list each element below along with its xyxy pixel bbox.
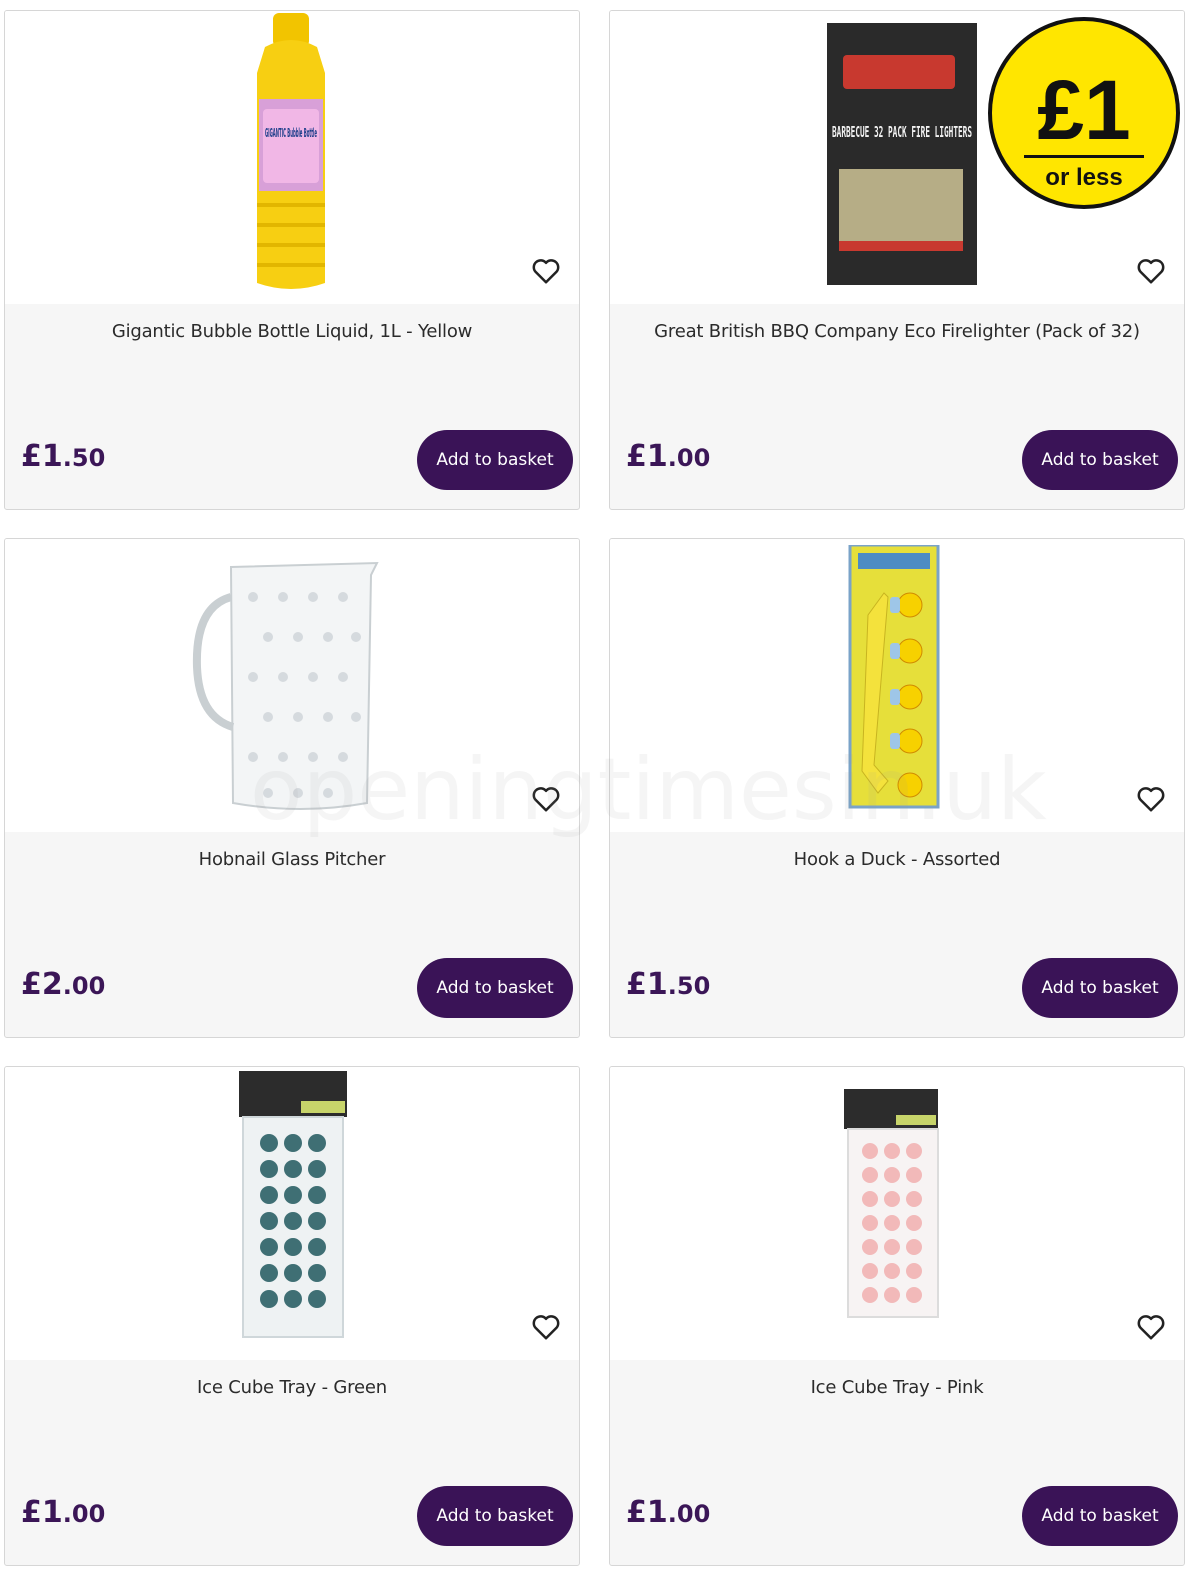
product-title[interactable]: Ice Cube Tray - Green [5,1377,579,1398]
price-pounds: £1 [21,439,63,474]
price-pounds: £2 [21,967,63,1002]
hook-a-duck-image [848,545,940,809]
price-pence: .00 [62,972,106,1000]
product-image-area[interactable] [5,1067,579,1360]
bubble-bottle-image: GIGANTIC Bubble Bottle [257,13,325,289]
firelighters-image: BARBECUE 32 PACK FIRE LIGHTERS [827,23,977,285]
heart-icon[interactable] [1136,1313,1166,1341]
add-to-basket-button[interactable]: Add to basket [1022,430,1178,490]
product-image-area[interactable]: GIGANTIC Bubble Bottle [5,11,579,304]
green-ice-tray-image [239,1071,347,1338]
add-to-basket-button[interactable]: Add to basket [1022,958,1178,1018]
price-pounds: £1 [626,1495,668,1530]
price-badge-icon: £1 or less [988,17,1180,209]
product-title[interactable]: Great British BBQ Company Eco Firelighte… [610,321,1184,342]
price-pence: .00 [667,1500,711,1528]
product-grid: GIGANTIC Bubble Bottle Gigantic Bubble B… [0,0,1200,1581]
product-image-area[interactable]: BARBECUE 32 PACK FIRE LIGHTERS £1 or les… [610,11,1184,304]
heart-icon[interactable] [531,785,561,813]
product-card[interactable]: Hobnail Glass Pitcher £2.00 Add to baske… [4,538,580,1038]
price-pounds: £1 [21,1495,63,1530]
product-image-area[interactable] [5,539,579,832]
product-card[interactable]: Ice Cube Tray - Pink £1.00 Add to basket [609,1066,1185,1566]
product-title[interactable]: Gigantic Bubble Bottle Liquid, 1L - Yell… [5,321,579,342]
firelighters-image-text: BARBECUE 32 PACK FIRE LIGHTERS [832,123,972,141]
heart-icon[interactable] [1136,785,1166,813]
product-title[interactable]: Ice Cube Tray - Pink [610,1377,1184,1398]
badge-sub-text: or less [1045,164,1122,191]
product-price: £1.50 [626,967,710,1002]
product-card[interactable]: Hook a Duck - Assorted £1.50 Add to bask… [609,538,1185,1038]
product-title[interactable]: Hobnail Glass Pitcher [5,849,579,870]
product-card[interactable]: BARBECUE 32 PACK FIRE LIGHTERS £1 or les… [609,10,1185,510]
heart-icon[interactable] [531,1313,561,1341]
product-card[interactable]: GIGANTIC Bubble Bottle Gigantic Bubble B… [4,10,580,510]
product-title[interactable]: Hook a Duck - Assorted [610,849,1184,870]
heart-icon[interactable] [1136,257,1166,285]
product-image-area[interactable] [610,539,1184,832]
price-pence: .00 [667,444,711,472]
product-image-area[interactable] [610,1067,1184,1360]
price-pence: .50 [667,972,711,1000]
bubble-bottle-image-text: GIGANTIC Bubble Bottle [265,126,317,140]
add-to-basket-button[interactable]: Add to basket [1022,1486,1178,1546]
product-price: £2.00 [21,967,105,1002]
badge-main-text: £1 [1037,63,1130,157]
price-pounds: £1 [626,439,668,474]
product-price: £1.00 [21,1495,105,1530]
glass-pitcher-image [192,561,379,810]
price-pence: .50 [62,444,106,472]
add-to-basket-button[interactable]: Add to basket [417,1486,573,1546]
heart-icon[interactable] [531,257,561,285]
product-price: £1.50 [21,439,105,474]
price-pounds: £1 [626,967,668,1002]
product-price: £1.00 [626,1495,710,1530]
add-to-basket-button[interactable]: Add to basket [417,430,573,490]
add-to-basket-button[interactable]: Add to basket [417,958,573,1018]
product-card[interactable]: Ice Cube Tray - Green £1.00 Add to baske… [4,1066,580,1566]
product-price: £1.00 [626,439,710,474]
price-pence: .00 [62,1500,106,1528]
pink-ice-tray-image [844,1089,939,1318]
